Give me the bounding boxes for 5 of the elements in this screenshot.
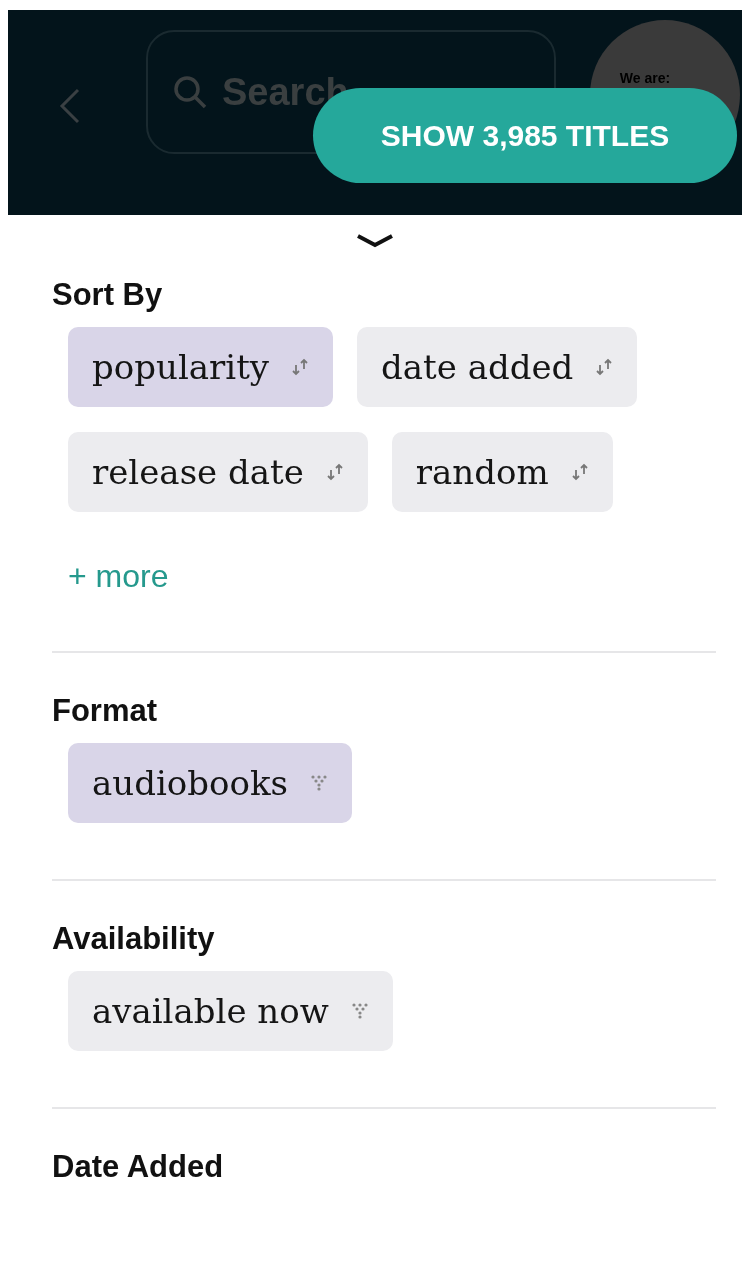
section-title: Availability — [52, 921, 216, 957]
section-title: Format — [52, 693, 159, 729]
avatar-text: We are: — [619, 70, 671, 86]
section-title: Sort By — [52, 277, 164, 313]
section-title: Date Added — [52, 1149, 225, 1185]
